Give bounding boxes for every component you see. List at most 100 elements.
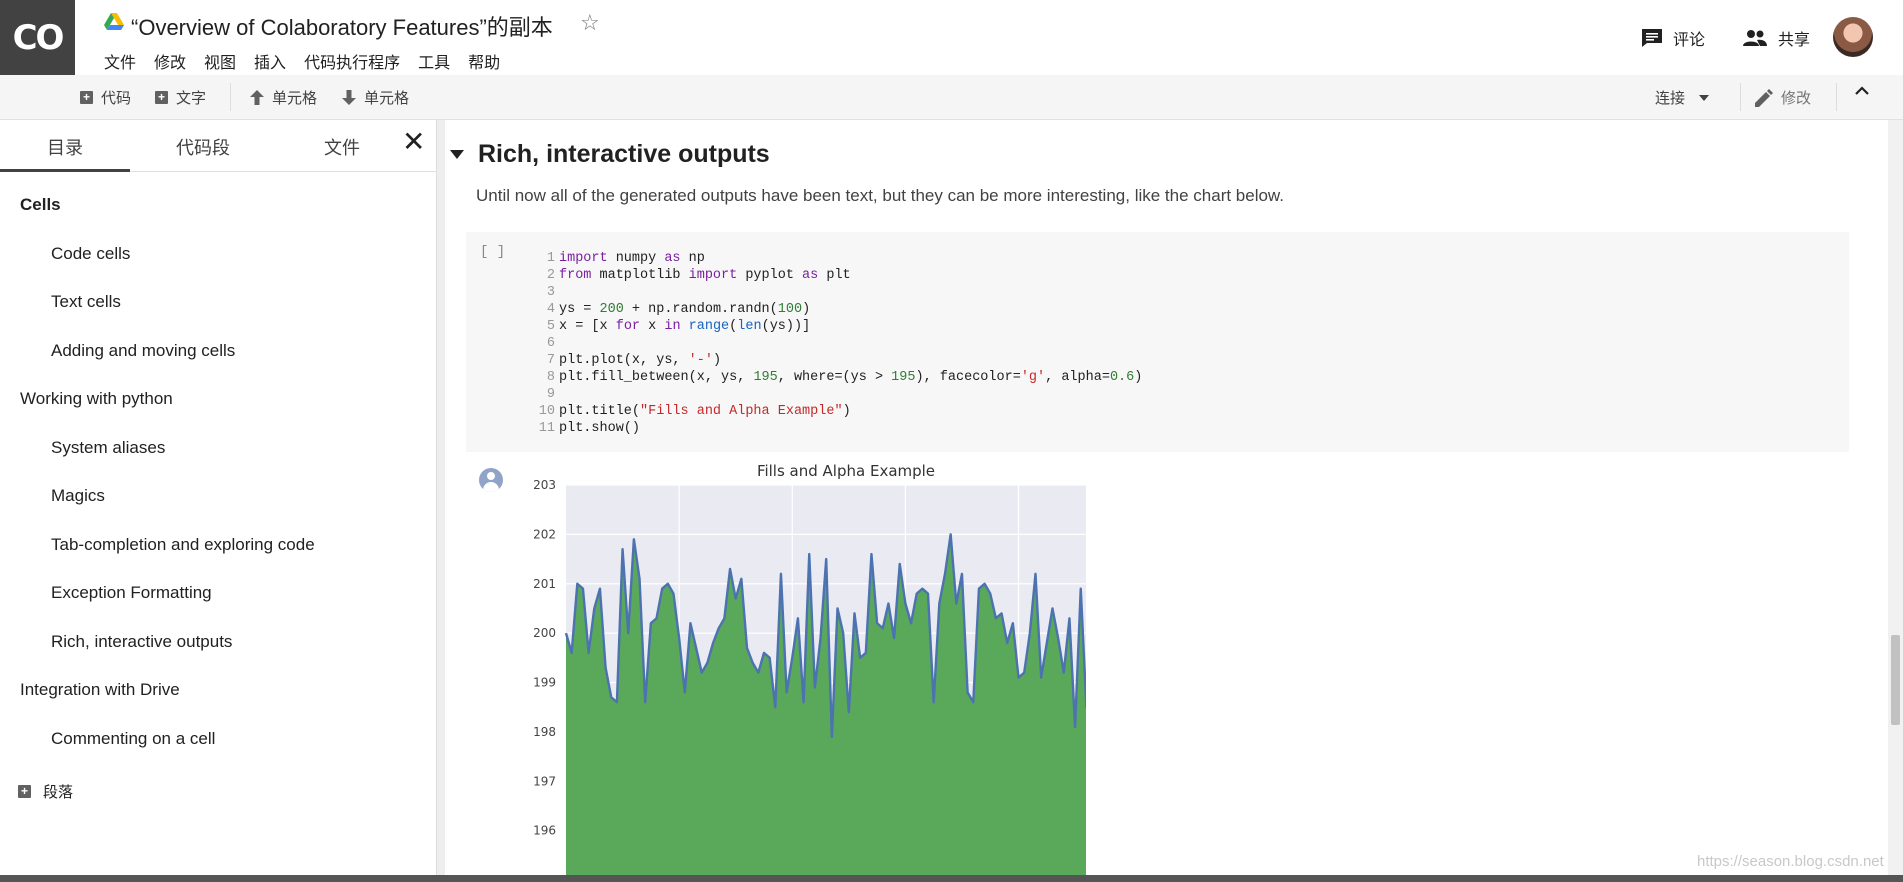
code-line: 8 plt.fill_between(x, ys, 195, where=(ys … <box>522 369 1142 386</box>
section-title: Rich, interactive outputs <box>478 140 770 168</box>
tab-files[interactable]: 文件 <box>324 134 360 160</box>
connect-button[interactable]: 连接 <box>1655 87 1710 108</box>
line-number: 10 <box>538 404 555 419</box>
menu-help[interactable]: 帮助 <box>468 49 500 73</box>
edit-button[interactable]: 修改 <box>1755 87 1811 108</box>
google-drive-icon <box>104 13 124 30</box>
sidebar-resizer[interactable] <box>437 120 445 875</box>
tab-toc[interactable]: 目录 <box>47 134 83 160</box>
line-number: 2 <box>546 268 555 283</box>
watermark: https://season.blog.csdn.net <box>1697 853 1884 870</box>
active-tab-indicator <box>0 169 130 172</box>
collapse-triangle-icon[interactable] <box>450 150 464 159</box>
menu-insert[interactable]: 插入 <box>254 49 286 73</box>
share-button[interactable]: 共享 <box>1742 26 1810 50</box>
menu-bar: 文件 修改 视图 插入 代码执行程序 工具 帮助 <box>104 49 518 73</box>
toolbar-divider <box>1836 83 1837 111</box>
star-icon[interactable]: ☆ <box>580 10 600 36</box>
pencil-icon <box>1755 88 1773 107</box>
line-code: plt.show() <box>559 421 641 436</box>
line-code: from matplotlib import pyplot as plt <box>559 268 851 283</box>
colab-logo[interactable]: CO <box>0 0 75 75</box>
tab-snippets[interactable]: 代码段 <box>176 134 230 160</box>
sidebar-tabs: 目录 代码段 文件 ✕ <box>0 120 437 172</box>
line-number: 3 <box>546 285 555 300</box>
line-number: 5 <box>546 319 555 334</box>
main-scrollbar[interactable] <box>1888 120 1903 875</box>
menu-runtime[interactable]: 代码执行程序 <box>304 49 400 73</box>
code-cell[interactable]: [ ] 1 import numpy as np 2 from matplotlib … <box>466 232 1849 452</box>
toolbar-divider <box>1740 83 1741 111</box>
move-cell-up-button[interactable]: 单元格 <box>250 87 317 108</box>
add-text-label: 文字 <box>176 90 207 107</box>
code-line: 4 ys = 200 + np.random.randn(100) <box>522 301 1142 318</box>
notebook-title[interactable]: “Overview of Colaboratory Features”的副本 <box>131 10 553 42</box>
code-line: 11 plt.show() <box>522 420 1142 437</box>
add-section-button[interactable]: + 段落 <box>18 781 73 802</box>
chevron-up-icon <box>1855 86 1869 95</box>
toc-item[interactable]: Exception Formatting <box>51 583 212 603</box>
toc-item[interactable]: Working with python <box>20 389 173 409</box>
comment-button[interactable]: 评论 <box>1641 26 1705 50</box>
toc-item[interactable]: Commenting on a cell <box>51 729 215 749</box>
output-avatar-icon[interactable] <box>479 468 503 492</box>
toc-item[interactable]: Text cells <box>51 292 121 312</box>
arrow-down-icon <box>342 90 356 105</box>
y-tick-label: 202 <box>533 527 556 541</box>
user-avatar[interactable] <box>1833 17 1873 57</box>
toc-item[interactable]: Rich, interactive outputs <box>51 632 232 652</box>
close-icon[interactable]: ✕ <box>402 128 425 156</box>
comment-icon <box>1642 29 1662 47</box>
toc-item[interactable]: Integration with Drive <box>20 680 180 700</box>
toc-item[interactable]: System aliases <box>51 438 165 458</box>
menu-view[interactable]: 视图 <box>204 49 236 73</box>
comment-label: 评论 <box>1673 32 1706 49</box>
menu-file[interactable]: 文件 <box>104 49 136 73</box>
toc-item[interactable]: Tab-completion and exploring code <box>51 535 315 555</box>
menu-tools[interactable]: 工具 <box>418 49 450 73</box>
code-line: 3 <box>522 284 1142 301</box>
sidebar: 目录 代码段 文件 ✕ Cells Code cells Text cells … <box>0 120 437 875</box>
logo-text: CO <box>12 17 65 58</box>
edit-label: 修改 <box>1781 90 1812 107</box>
bottom-edge <box>0 875 1903 882</box>
toc-item[interactable]: Magics <box>51 486 105 506</box>
collapse-header-button[interactable] <box>1855 85 1869 95</box>
code-line: 7 plt.plot(x, ys, '-') <box>522 352 1142 369</box>
code-line: 5 x = [x for x in range(len(ys))] <box>522 318 1142 335</box>
fills-alpha-chart: 195196197198199200201202203Fills and Alp… <box>533 462 1086 880</box>
run-cell-button[interactable]: [ ] <box>480 244 505 260</box>
menu-edit[interactable]: 修改 <box>154 49 186 73</box>
code-editor[interactable]: 1 import numpy as np 2 from matplotlib impo… <box>522 250 1143 437</box>
line-code: ys = 200 + np.random.randn(100) <box>559 302 811 317</box>
notebook-main: Rich, interactive outputs Until now all … <box>445 120 1903 880</box>
add-code-button[interactable]: + 代码 <box>80 87 131 108</box>
line-number: 6 <box>546 336 555 351</box>
connect-label: 连接 <box>1655 90 1686 107</box>
plus-icon: + <box>18 785 31 798</box>
y-tick-label: 200 <box>533 626 556 640</box>
code-line: 1 import numpy as np <box>522 250 1142 267</box>
section-description: Until now all of the generated outputs h… <box>476 186 1284 205</box>
plus-icon: + <box>80 91 93 104</box>
add-text-button[interactable]: + 文字 <box>155 87 206 108</box>
scroll-thumb[interactable] <box>1891 635 1900 725</box>
move-cell-down-button[interactable]: 单元格 <box>342 87 409 108</box>
toolbar-divider <box>230 83 231 111</box>
toc-item[interactable]: Adding and moving cells <box>51 341 235 361</box>
toc-item[interactable]: Cells <box>20 195 61 215</box>
y-tick-label: 198 <box>533 725 556 739</box>
y-tick-label: 196 <box>533 824 556 838</box>
toc-item[interactable]: Code cells <box>51 244 130 264</box>
line-number: 1 <box>546 251 555 266</box>
line-number: 4 <box>546 302 555 317</box>
people-icon <box>1743 30 1767 46</box>
cell-up-label: 单元格 <box>272 90 318 107</box>
section-header: Rich, interactive outputs <box>445 140 770 169</box>
code-line: 2 from matplotlib import pyplot as plt <box>522 267 1142 284</box>
y-tick-label: 201 <box>533 577 556 591</box>
line-number: 9 <box>546 387 555 402</box>
line-code: plt.fill_between(x, ys, 195, where=(ys >… <box>559 370 1143 385</box>
